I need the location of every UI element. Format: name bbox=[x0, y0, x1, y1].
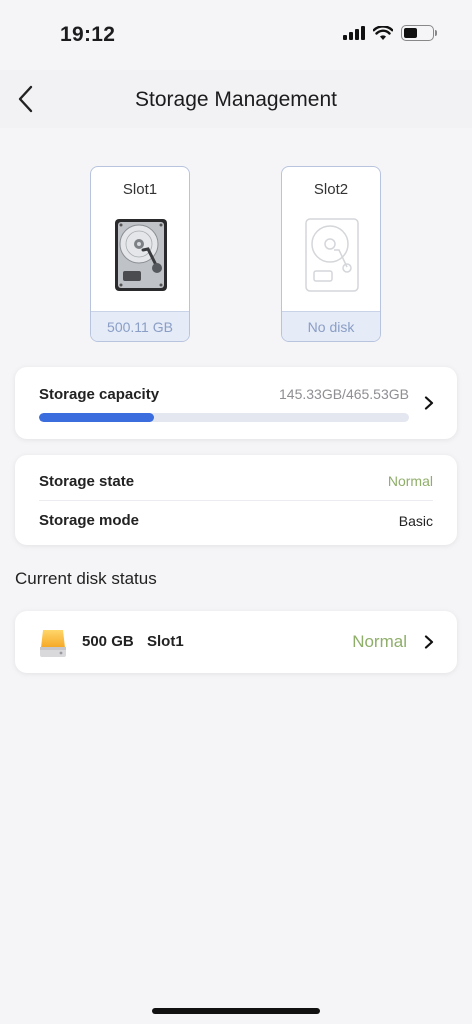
storage-capacity-fill bbox=[39, 413, 155, 422]
disk-icon bbox=[40, 630, 66, 657]
storage-mode-label: Storage mode bbox=[39, 512, 140, 529]
chevron-right-icon bbox=[424, 396, 434, 410]
slot-2-card[interactable]: Slot2 No disk bbox=[281, 166, 381, 342]
battery-icon bbox=[401, 25, 437, 41]
disk-slots: Slot1 500.11 GB Slot2 No disk bbox=[90, 166, 382, 344]
page-title: Storage Management bbox=[135, 88, 337, 111]
home-indicator bbox=[152, 1008, 320, 1014]
wifi-icon bbox=[373, 25, 393, 40]
chevron-right-icon bbox=[424, 635, 434, 649]
storage-capacity-card[interactable]: Storage capacity 145.33GB/465.53GB bbox=[15, 367, 457, 439]
slot-2-name: Slot2 bbox=[313, 181, 349, 198]
status-time: 19:12 bbox=[60, 23, 116, 46]
storage-capacity-label: Storage capacity bbox=[39, 386, 160, 403]
signal-icon bbox=[343, 26, 365, 40]
status-bar: 19:12 bbox=[0, 0, 472, 70]
hard-drive-icon bbox=[115, 219, 167, 291]
storage-state-value: Normal bbox=[387, 473, 433, 489]
storage-mode-value: Basic bbox=[398, 512, 433, 529]
storage-state-label: Storage state bbox=[39, 472, 135, 490]
storage-state-row: Storage state Normal bbox=[39, 462, 433, 501]
slot-1-capacity: 500.11 GB bbox=[91, 311, 189, 341]
slot-1-name: Slot1 bbox=[122, 181, 158, 198]
section-title: Current disk status bbox=[15, 569, 157, 588]
storage-mode-row: Storage mode Basic bbox=[39, 501, 433, 540]
nav-bar: Storage Management bbox=[0, 70, 472, 128]
disk-size: 500 GB bbox=[82, 633, 134, 650]
slot-1-card[interactable]: Slot1 500.11 GB bbox=[90, 166, 190, 342]
storage-capacity-value: 145.33GB/465.53GB bbox=[279, 386, 409, 402]
storage-capacity-bar bbox=[39, 413, 409, 422]
storage-info-card: Storage state Normal Storage mode Basic bbox=[15, 455, 457, 545]
empty-hard-drive-icon bbox=[305, 218, 359, 292]
disk-slot: Slot1 bbox=[147, 633, 184, 650]
status-icons bbox=[343, 25, 437, 41]
disk-status: Normal bbox=[352, 632, 407, 651]
disk-status-row[interactable]: 500 GB Slot1 Normal bbox=[15, 611, 457, 673]
slot-2-status: No disk bbox=[282, 311, 380, 341]
